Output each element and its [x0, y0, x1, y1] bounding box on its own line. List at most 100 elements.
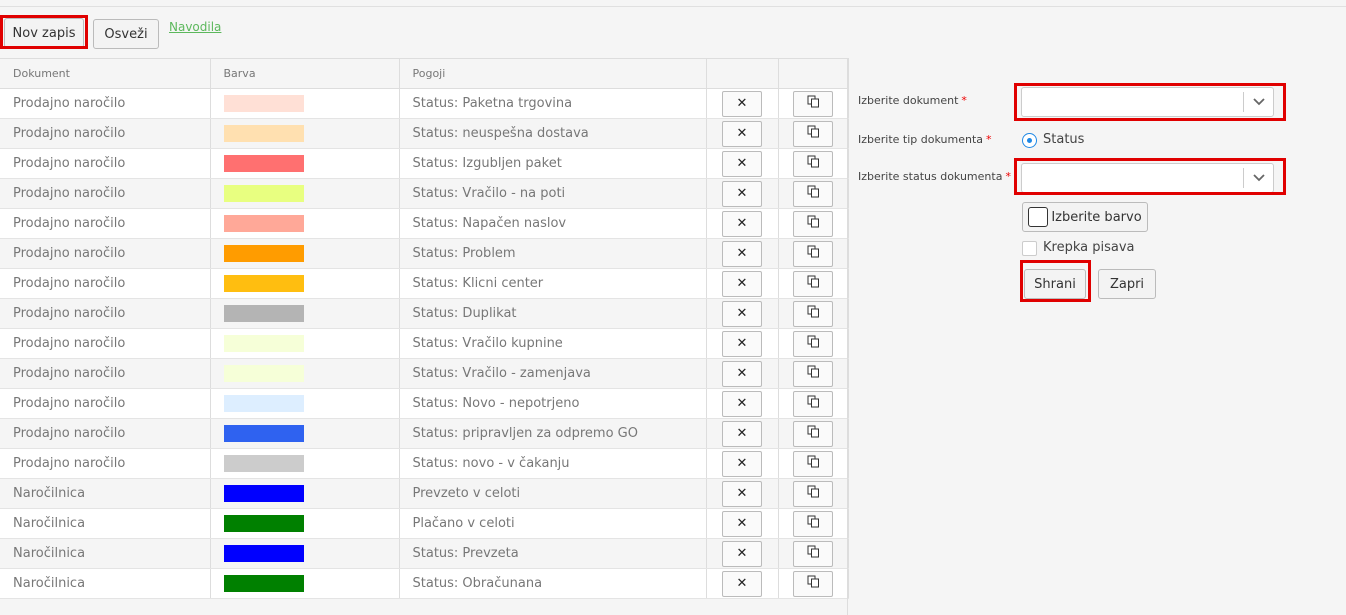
delete-button[interactable]: ✕	[722, 240, 762, 267]
color-swatch	[223, 155, 304, 172]
close-icon: ✕	[736, 546, 748, 561]
status-label: Izberite status dokumenta *	[858, 170, 1011, 183]
copy-button[interactable]	[793, 510, 833, 537]
copy-button[interactable]	[793, 150, 833, 177]
cell-dokument: Prodajno naročilo	[0, 358, 211, 389]
table-row[interactable]: Prodajno naročilo Status: Problem ✕	[0, 238, 849, 269]
copy-button[interactable]	[793, 90, 833, 117]
copy-button[interactable]	[793, 540, 833, 567]
table-row[interactable]: Prodajno naročilo Status: pripravljen za …	[0, 418, 849, 449]
cell-dokument: Prodajno naročilo	[0, 448, 211, 479]
table-row[interactable]: Prodajno naročilo Status: Paketna trgovin…	[0, 88, 849, 119]
delete-button[interactable]: ✕	[722, 270, 762, 297]
table-row[interactable]: Prodajno naročilo Status: Vračilo - na po…	[0, 178, 849, 209]
copy-button[interactable]	[793, 120, 833, 147]
choose-color-button[interactable]: Izberite barvo	[1022, 202, 1148, 232]
header-copy	[778, 58, 849, 89]
table-row[interactable]: Naročilnica Status: Prevzeta ✕	[0, 538, 849, 569]
delete-button[interactable]: ✕	[722, 570, 762, 597]
table-row[interactable]: Naročilnica Plačano v celoti ✕	[0, 508, 849, 539]
cell-delete: ✕	[706, 418, 779, 449]
delete-button[interactable]: ✕	[722, 120, 762, 147]
delete-button[interactable]: ✕	[722, 300, 762, 327]
status-select-highlight	[1014, 158, 1286, 195]
table-row[interactable]: Prodajno naročilo Status: Duplikat ✕	[0, 298, 849, 329]
delete-button[interactable]: ✕	[722, 150, 762, 177]
copy-button[interactable]	[793, 570, 833, 597]
copy-button[interactable]	[793, 420, 833, 447]
cell-dokument: Prodajno naročilo	[0, 388, 211, 419]
cell-dokument: Prodajno naročilo	[0, 178, 211, 209]
table-row[interactable]: Prodajno naročilo Status: Izgubljen paket…	[0, 148, 849, 179]
copy-button[interactable]	[793, 180, 833, 207]
delete-button[interactable]: ✕	[722, 480, 762, 507]
bold-checkbox[interactable]	[1022, 241, 1037, 256]
cell-dokument: Prodajno naročilo	[0, 88, 211, 119]
color-swatch	[223, 185, 304, 202]
cell-dokument: Naročilnica	[0, 538, 211, 569]
copy-button[interactable]	[793, 390, 833, 417]
cell-barva	[210, 448, 400, 479]
refresh-button[interactable]: Osveži	[93, 19, 159, 49]
copy-button[interactable]	[793, 240, 833, 267]
delete-button[interactable]: ✕	[722, 180, 762, 207]
cell-barva	[210, 568, 400, 599]
copy-button[interactable]	[793, 330, 833, 357]
table-row[interactable]: Prodajno naročilo Status: Klicni center ✕	[0, 268, 849, 299]
cell-copy	[778, 388, 849, 419]
copy-icon	[807, 575, 820, 592]
cell-pogoji: Status: Novo - nepotrjeno	[399, 388, 707, 419]
cell-copy	[778, 418, 849, 449]
table-row[interactable]: Prodajno naročilo Status: Novo - nepotrje…	[0, 388, 849, 419]
close-button[interactable]: Zapri	[1098, 269, 1156, 299]
table-row[interactable]: Prodajno naročilo Status: neuspešna dosta…	[0, 118, 849, 149]
header-barva[interactable]: Barva	[210, 58, 400, 89]
table-row[interactable]: Prodajno naročilo Status: Vračilo kupnine…	[0, 328, 849, 359]
color-swatch	[223, 95, 304, 112]
close-icon: ✕	[736, 426, 748, 441]
cell-barva	[210, 328, 400, 359]
cell-copy	[778, 238, 849, 269]
copy-button[interactable]	[793, 360, 833, 387]
copy-icon	[807, 365, 820, 382]
header-dokument[interactable]: Dokument	[0, 58, 211, 89]
copy-icon	[807, 215, 820, 232]
cell-copy	[778, 538, 849, 569]
edit-form: Izberite dokument * Izberite tip dokument…	[848, 58, 1346, 615]
cell-barva	[210, 418, 400, 449]
copy-button[interactable]	[793, 480, 833, 507]
cell-delete: ✕	[706, 478, 779, 509]
delete-button[interactable]: ✕	[722, 420, 762, 447]
delete-button[interactable]: ✕	[722, 390, 762, 417]
cell-pogoji: Status: Napačen naslov	[399, 208, 707, 239]
close-icon: ✕	[736, 156, 748, 171]
color-swatch	[223, 365, 304, 382]
delete-button[interactable]: ✕	[722, 540, 762, 567]
cell-pogoji: Status: Duplikat	[399, 298, 707, 329]
table-row[interactable]: Prodajno naročilo Status: novo - v čakanj…	[0, 448, 849, 479]
close-icon: ✕	[736, 456, 748, 471]
delete-button[interactable]: ✕	[722, 510, 762, 537]
cell-dokument: Prodajno naročilo	[0, 418, 211, 449]
delete-button[interactable]: ✕	[722, 330, 762, 357]
status-radio[interactable]	[1022, 133, 1037, 148]
cell-dokument: Prodajno naročilo	[0, 268, 211, 299]
color-swatch	[223, 305, 304, 322]
header-pogoji[interactable]: Pogoji	[399, 58, 707, 89]
delete-button[interactable]: ✕	[722, 90, 762, 117]
copy-button[interactable]	[793, 210, 833, 237]
delete-button[interactable]: ✕	[722, 360, 762, 387]
table-row[interactable]: Prodajno naročilo Status: Vračilo - zamen…	[0, 358, 849, 389]
table-row[interactable]: Prodajno naročilo Status: Napačen naslov ✕	[0, 208, 849, 239]
copy-button[interactable]	[793, 270, 833, 297]
header-delete	[706, 58, 779, 89]
color-swatch	[223, 395, 304, 412]
copy-button[interactable]	[793, 450, 833, 477]
delete-button[interactable]: ✕	[722, 450, 762, 477]
cell-delete: ✕	[706, 508, 779, 539]
table-row[interactable]: Naročilnica Prevzeto v celoti ✕	[0, 478, 849, 509]
delete-button[interactable]: ✕	[722, 210, 762, 237]
table-row[interactable]: Naročilnica Status: Obračunana ✕	[0, 568, 849, 599]
help-link[interactable]: Navodila	[169, 20, 221, 34]
copy-button[interactable]	[793, 300, 833, 327]
